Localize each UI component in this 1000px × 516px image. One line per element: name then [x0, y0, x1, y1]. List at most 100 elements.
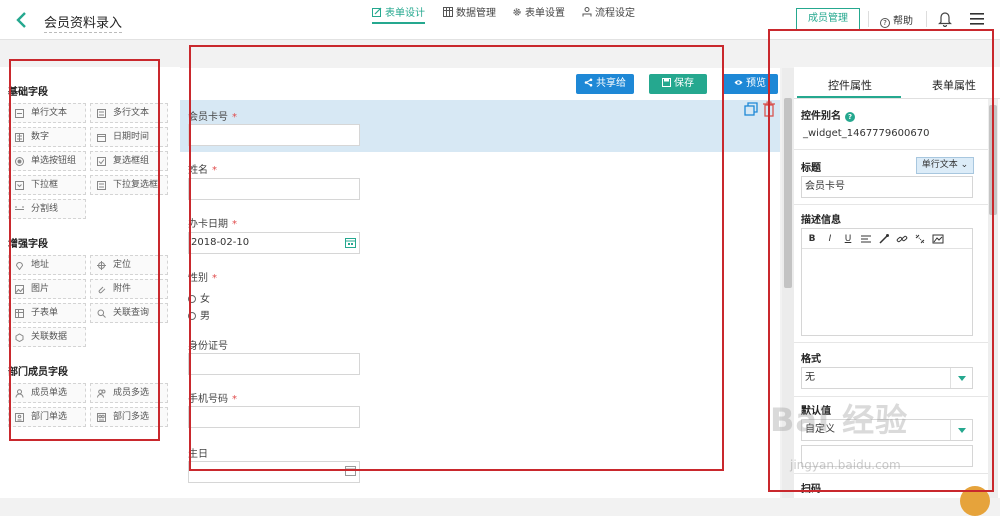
hamburger-menu-icon[interactable]	[970, 13, 984, 25]
checkbox-icon	[97, 157, 106, 166]
field-dropdown[interactable]: 下拉框	[8, 175, 86, 195]
editor-toolbar: B I U	[802, 229, 972, 249]
field-dept-single[interactable]: 部门单选	[8, 407, 86, 427]
preview-button[interactable]: 预览	[722, 74, 778, 94]
birthday-input[interactable]	[188, 461, 360, 483]
image-insert-icon[interactable]	[932, 233, 944, 245]
phone-input[interactable]	[188, 406, 360, 428]
edit-icon	[372, 7, 382, 17]
field-single-line-text[interactable]: 单行文本	[8, 103, 86, 123]
field-linked-query[interactable]: 关联查询	[90, 303, 168, 323]
back-arrow-icon[interactable]	[14, 11, 30, 29]
brush-icon[interactable]	[878, 233, 890, 245]
bold-button[interactable]: B	[806, 233, 818, 245]
save-button[interactable]: 保存	[649, 74, 707, 94]
field-divider[interactable]: 分割线	[8, 199, 86, 219]
unlink-icon[interactable]	[914, 233, 926, 245]
page-title: 会员资料录入	[44, 12, 123, 33]
divider	[794, 342, 994, 343]
field-checkbox-group[interactable]: 复选框组	[90, 151, 168, 171]
field-linked-data[interactable]: 关联数据	[8, 327, 86, 347]
tab-form-settings[interactable]: 表单设置	[512, 4, 565, 24]
field-attachment[interactable]: 附件	[90, 279, 168, 299]
format-label: 格式	[801, 354, 821, 365]
divider	[868, 11, 869, 27]
card-no-input[interactable]	[188, 124, 360, 146]
location-pin-icon	[15, 262, 24, 270]
question-icon[interactable]: ?	[845, 112, 855, 122]
name-input[interactable]	[188, 178, 360, 200]
tab-data-management[interactable]: 数据管理	[443, 4, 496, 24]
share-icon	[584, 78, 593, 87]
description-editor[interactable]: B I U	[801, 228, 973, 336]
divider	[926, 11, 927, 27]
underline-button[interactable]: U	[842, 233, 854, 245]
issue-date-label: 办卡日期 *	[188, 219, 237, 230]
chevron-down-icon	[950, 420, 972, 440]
basic-fields-title: 基础字段	[8, 87, 48, 98]
dropdown-icon	[15, 181, 24, 190]
scroll-thumb[interactable]	[989, 105, 997, 215]
field-address[interactable]: 地址	[8, 255, 86, 275]
member-management-button[interactable]: 成员管理	[796, 8, 860, 30]
gender-option-female[interactable]: 女	[188, 290, 210, 305]
field-type-dropdown[interactable]: 单行文本 ⌄	[916, 157, 974, 174]
phone-label: 手机号码 *	[188, 394, 237, 405]
paperclip-icon	[98, 286, 106, 294]
link-icon[interactable]	[896, 233, 908, 245]
field-location[interactable]: 定位	[90, 255, 168, 275]
italic-button[interactable]: I	[824, 233, 836, 245]
field-number[interactable]: 数字	[8, 127, 86, 147]
field-member-multi[interactable]: 成员多选	[90, 383, 168, 403]
calendar-icon[interactable]	[345, 465, 356, 476]
floating-orb[interactable]	[960, 486, 990, 516]
help-link[interactable]: ? 帮助	[880, 12, 913, 28]
trash-icon[interactable]	[762, 101, 776, 117]
field-dept-multi[interactable]: 部门多选	[90, 407, 168, 427]
image-icon	[15, 285, 24, 294]
field-radio-group[interactable]: 单选按钮组	[8, 151, 86, 171]
calendar-icon[interactable]	[345, 237, 356, 248]
user-icon	[15, 389, 24, 398]
tab-workflow-settings[interactable]: 流程设定	[582, 4, 635, 24]
issue-date-input[interactable]: 2018-02-10	[188, 232, 360, 254]
tab-control-properties[interactable]: 控件属性	[828, 77, 872, 93]
gender-option-male[interactable]: 男	[188, 307, 210, 322]
align-icon[interactable]	[860, 233, 872, 245]
tab-form-properties[interactable]: 表单属性	[932, 77, 976, 93]
divider-icon	[15, 206, 24, 210]
properties-scrollbar[interactable]	[988, 99, 998, 498]
multi-dropdown-icon	[97, 181, 106, 190]
radio-circle	[188, 312, 196, 320]
copy-icon[interactable]	[744, 102, 758, 116]
top-bar: 会员资料录入 成员管理 ? 帮助	[0, 0, 1000, 40]
field-multi-line-text[interactable]: 多行文本	[90, 103, 168, 123]
table-icon	[15, 309, 24, 318]
bell-icon[interactable]	[938, 11, 952, 27]
watermark-url: jingyan.baidu.com	[790, 458, 901, 472]
id-number-input[interactable]	[188, 353, 360, 375]
alias-value: _widget_1467779600670	[803, 128, 930, 139]
description-label: 描述信息	[801, 215, 841, 226]
field-subform[interactable]: 子表单	[8, 303, 86, 323]
tab-form-design[interactable]: 表单设计	[372, 4, 425, 24]
radio-icon	[15, 157, 24, 166]
field-dropdown-checkbox[interactable]: 下拉复选框	[90, 175, 168, 195]
share-button[interactable]: 共享给	[576, 74, 634, 94]
format-select[interactable]: 无	[801, 367, 973, 389]
field-image[interactable]: 图片	[8, 279, 86, 299]
departments-icon	[97, 413, 106, 422]
help-icon: ?	[880, 18, 890, 28]
title-input[interactable]: 会员卡号	[801, 176, 973, 198]
calendar-icon	[97, 134, 106, 142]
workflow-icon	[582, 7, 592, 17]
active-tab-indicator	[797, 96, 901, 98]
field-datetime[interactable]: 日期时间	[90, 127, 168, 147]
textarea-icon	[97, 109, 106, 118]
birthday-label: 生日	[188, 449, 208, 460]
id-number-label: 身份证号	[188, 341, 228, 352]
dept-member-fields-title: 部门成员字段	[8, 367, 68, 378]
scroll-thumb[interactable]	[784, 98, 792, 288]
card-no-label: 会员卡号 *	[188, 112, 237, 123]
field-member-single[interactable]: 成员单选	[8, 383, 86, 403]
